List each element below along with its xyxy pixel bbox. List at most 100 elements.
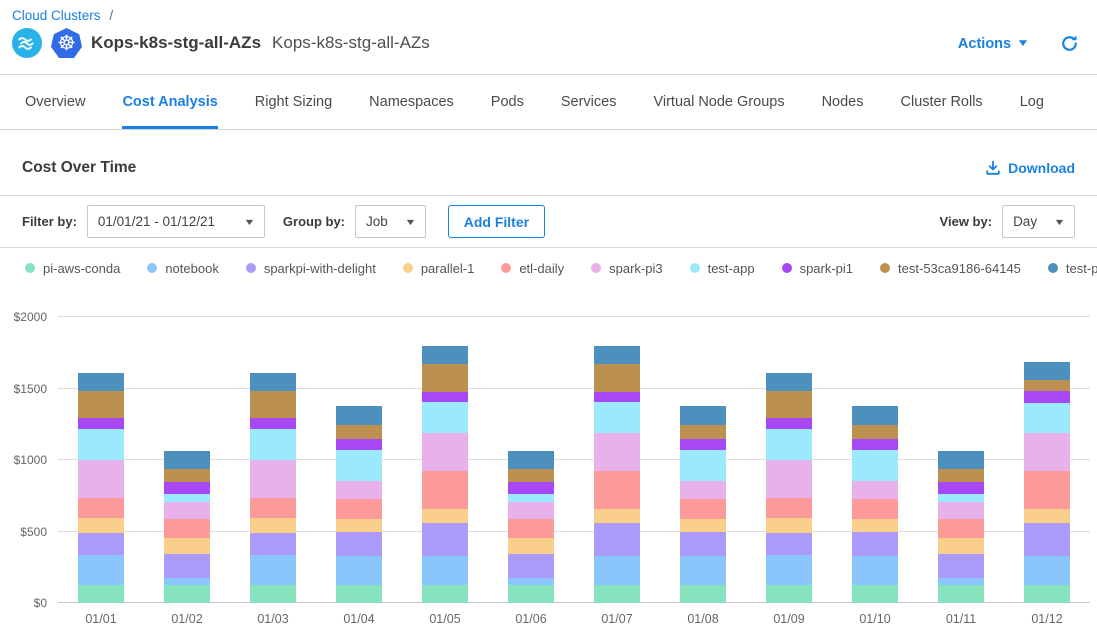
bar-segment-spark-pi1[interactable] <box>336 439 382 450</box>
bar-segment-notebook[interactable] <box>766 555 812 585</box>
stacked-bar[interactable] <box>508 317 554 603</box>
bar-segment-test-53ca9186-64145[interactable] <box>766 391 812 418</box>
bar-segment-test-app[interactable] <box>594 402 640 433</box>
stacked-bar[interactable] <box>594 317 640 603</box>
bar-01/01[interactable] <box>58 317 144 603</box>
bar-segment-parallel-1[interactable] <box>766 518 812 533</box>
legend-item-test-pkix[interactable]: test-pkix <box>1048 261 1097 276</box>
bar-segment-test-app[interactable] <box>78 429 124 460</box>
bar-01/08[interactable] <box>660 317 746 603</box>
legend-item-etl-daily[interactable]: etl-daily <box>501 261 564 276</box>
bar-01/06[interactable] <box>488 317 574 603</box>
bar-segment-parallel-1[interactable] <box>78 518 124 533</box>
bar-segment-notebook[interactable] <box>508 578 554 585</box>
bar-segment-spark-pi3[interactable] <box>250 460 296 498</box>
bar-01/03[interactable] <box>230 317 316 603</box>
bar-01/12[interactable] <box>1004 317 1090 603</box>
bar-segment-test-app[interactable] <box>336 450 382 481</box>
bar-segment-test-53ca9186-64145[interactable] <box>508 469 554 482</box>
bar-segment-spark-pi1[interactable] <box>508 482 554 493</box>
bar-segment-pi-aws-conda[interactable] <box>250 585 296 603</box>
bar-segment-spark-pi1[interactable] <box>594 392 640 402</box>
stacked-bar[interactable] <box>250 317 296 603</box>
tab-cost-analysis[interactable]: Cost Analysis <box>122 75 217 129</box>
bar-segment-spark-pi3[interactable] <box>680 481 726 499</box>
tab-namespaces[interactable]: Namespaces <box>369 75 454 129</box>
bar-segment-parallel-1[interactable] <box>594 509 640 523</box>
bar-segment-spark-pi3[interactable] <box>938 502 984 519</box>
legend-item-spark-pi3[interactable]: spark-pi3 <box>591 261 662 276</box>
bar-segment-pi-aws-conda[interactable] <box>594 585 640 603</box>
bar-segment-spark-pi1[interactable] <box>164 482 210 493</box>
bar-segment-test-pkix[interactable] <box>336 406 382 425</box>
bar-segment-notebook[interactable] <box>250 555 296 585</box>
bar-segment-test-app[interactable] <box>164 494 210 502</box>
legend-item-pi-aws-conda[interactable]: pi-aws-conda <box>25 261 120 276</box>
bar-segment-spark-pi3[interactable] <box>508 502 554 519</box>
bar-segment-spark-pi1[interactable] <box>852 439 898 450</box>
bar-segment-pi-aws-conda[interactable] <box>508 585 554 603</box>
bar-segment-notebook[interactable] <box>680 556 726 585</box>
bar-segment-parallel-1[interactable] <box>1024 509 1070 523</box>
bar-segment-spark-pi1[interactable] <box>1024 391 1070 402</box>
bar-segment-test-53ca9186-64145[interactable] <box>78 391 124 418</box>
bar-segment-test-app[interactable] <box>938 494 984 502</box>
bar-segment-sparkpi-with-delight[interactable] <box>336 532 382 556</box>
legend-item-sparkpi-with-delight[interactable]: sparkpi-with-delight <box>246 261 376 276</box>
bar-segment-etl-daily[interactable] <box>680 499 726 519</box>
bar-segment-spark-pi3[interactable] <box>766 460 812 498</box>
stacked-bar[interactable] <box>78 317 124 603</box>
stacked-bar[interactable] <box>938 317 984 603</box>
bar-segment-etl-daily[interactable] <box>336 499 382 519</box>
legend-item-test-app[interactable]: test-app <box>690 261 755 276</box>
bar-segment-notebook[interactable] <box>938 578 984 585</box>
bar-segment-sparkpi-with-delight[interactable] <box>766 533 812 555</box>
bar-segment-test-pkix[interactable] <box>1024 362 1070 380</box>
bar-segment-etl-daily[interactable] <box>766 498 812 518</box>
bar-segment-test-app[interactable] <box>680 450 726 481</box>
tab-log[interactable]: Log <box>1020 75 1044 129</box>
stacked-bar[interactable] <box>852 317 898 603</box>
bar-segment-spark-pi3[interactable] <box>78 460 124 498</box>
bar-segment-etl-daily[interactable] <box>78 498 124 518</box>
bar-segment-test-53ca9186-64145[interactable] <box>852 425 898 439</box>
bar-segment-parallel-1[interactable] <box>508 538 554 554</box>
bar-segment-pi-aws-conda[interactable] <box>766 585 812 603</box>
legend-item-parallel-1[interactable]: parallel-1 <box>403 261 474 276</box>
tab-overview[interactable]: Overview <box>25 75 85 129</box>
stacked-bar[interactable] <box>766 317 812 603</box>
bar-segment-spark-pi1[interactable] <box>680 439 726 450</box>
add-filter-button[interactable]: Add Filter <box>448 205 545 238</box>
tab-virtual-node-groups[interactable]: Virtual Node Groups <box>653 75 784 129</box>
bar-segment-spark-pi1[interactable] <box>938 482 984 493</box>
bar-segment-pi-aws-conda[interactable] <box>938 585 984 603</box>
bar-segment-test-app[interactable] <box>250 429 296 460</box>
tab-cluster-rolls[interactable]: Cluster Rolls <box>901 75 983 129</box>
breadcrumb-link-cloud-clusters[interactable]: Cloud Clusters <box>12 8 101 23</box>
bar-segment-pi-aws-conda[interactable] <box>78 585 124 603</box>
bar-segment-test-pkix[interactable] <box>422 346 468 364</box>
bar-segment-test-app[interactable] <box>1024 403 1070 433</box>
refresh-button[interactable] <box>1060 34 1079 53</box>
bar-segment-sparkpi-with-delight[interactable] <box>422 523 468 556</box>
bar-segment-etl-daily[interactable] <box>1024 471 1070 509</box>
bar-segment-spark-pi3[interactable] <box>164 502 210 519</box>
stacked-bar[interactable] <box>1024 317 1070 603</box>
bar-segment-test-53ca9186-64145[interactable] <box>164 469 210 482</box>
bar-segment-sparkpi-with-delight[interactable] <box>938 554 984 578</box>
bar-segment-etl-daily[interactable] <box>250 498 296 518</box>
view-by-select[interactable]: Day ▼ <box>1002 205 1075 238</box>
bar-segment-test-pkix[interactable] <box>852 406 898 425</box>
bar-01/04[interactable] <box>316 317 402 603</box>
stacked-bar[interactable] <box>164 317 210 603</box>
bar-segment-test-pkix[interactable] <box>766 373 812 391</box>
actions-button[interactable]: Actions ▼ <box>958 36 1028 52</box>
stacked-bar[interactable] <box>680 317 726 603</box>
bar-segment-notebook[interactable] <box>78 555 124 585</box>
bar-01/02[interactable] <box>144 317 230 603</box>
stacked-bar[interactable] <box>336 317 382 603</box>
bar-segment-test-pkix[interactable] <box>164 451 210 469</box>
bar-segment-sparkpi-with-delight[interactable] <box>164 554 210 578</box>
bar-segment-parallel-1[interactable] <box>422 509 468 523</box>
bar-segment-spark-pi3[interactable] <box>422 433 468 472</box>
